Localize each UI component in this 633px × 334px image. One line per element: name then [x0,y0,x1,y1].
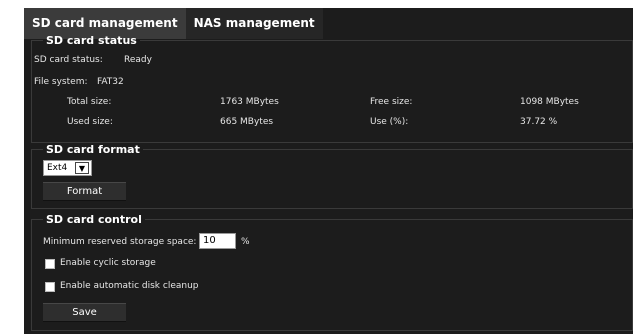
cyclic-storage-checkbox[interactable] [45,259,55,269]
reserved-space-unit: % [241,237,250,247]
free-size-label: Free size: [370,97,413,107]
auto-cleanup-checkbox[interactable] [45,282,55,292]
chevron-down-icon[interactable]: ▼ [75,162,89,174]
format-button[interactable]: Format [43,182,126,201]
sd-card-format-title: SD card format [46,143,140,156]
total-size-label: Total size: [67,97,112,107]
file-system-label: File system: [34,77,88,87]
auto-cleanup-label: Enable automatic disk cleanup [60,281,199,291]
sd-card-control-title: SD card control [46,213,142,226]
format-type-select[interactable]: Ext4 ▼ [43,160,92,176]
used-size-label: Used size: [67,117,113,127]
sd-card-panel: SD card management NAS management SD car… [24,8,633,334]
use-percent-value: 37.72 % [520,117,558,127]
sd-status-value: Ready [124,55,152,65]
total-size-value: 1763 MBytes [220,97,279,107]
format-type-value: Ext4 [47,163,68,173]
sd-status-label: SD card status: [34,55,103,65]
save-button[interactable]: Save [43,303,126,322]
use-percent-label: Use (%): [370,117,409,127]
file-system-value: FAT32 [97,77,124,87]
reserved-space-label: Minimum reserved storage space: [43,237,197,247]
reserved-space-input[interactable]: 10 [199,233,236,249]
used-size-value: 665 MBytes [220,117,274,127]
cyclic-storage-label: Enable cyclic storage [60,258,156,268]
sd-card-status-title: SD card status [46,34,137,47]
free-size-value: 1098 MBytes [520,97,579,107]
